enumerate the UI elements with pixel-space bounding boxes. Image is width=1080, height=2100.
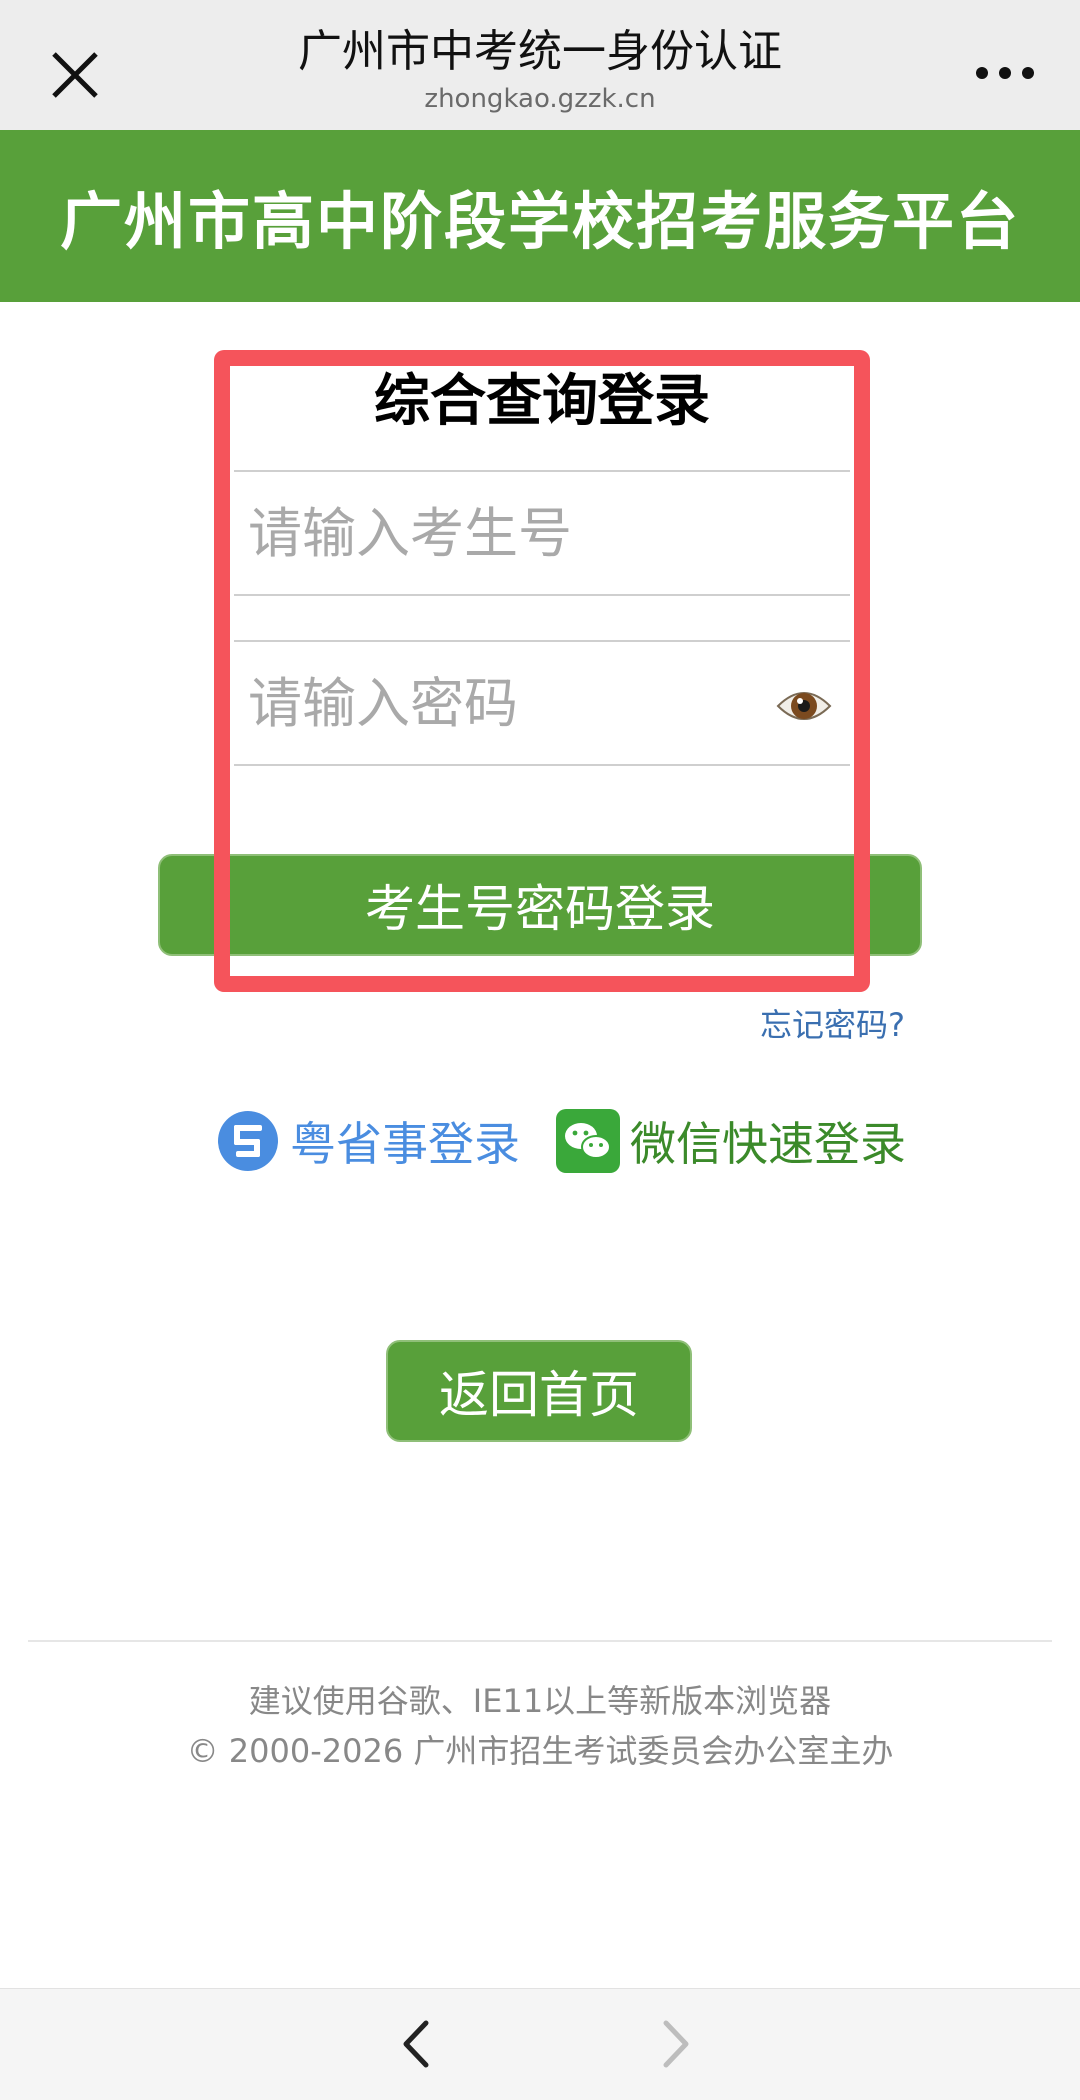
page-url: zhongkao.gzzk.cn — [424, 84, 656, 114]
footer-copyright: © 2000-2026 广州市招生考试委员会办公室主办 — [186, 1732, 894, 1770]
wechat-login-button[interactable]: 微信快速登录 — [556, 1108, 906, 1174]
wechat-login-label: 微信快速登录 — [630, 1117, 906, 1171]
back-arrow-icon[interactable] — [382, 2009, 452, 2079]
site-title: 广州市高中阶段学校招考服务平台 — [59, 185, 1020, 258]
password-input[interactable] — [234, 642, 850, 764]
close-icon[interactable] — [40, 40, 110, 110]
more-icon[interactable] — [970, 48, 1040, 98]
login-title: 综合查询登录 — [374, 369, 710, 434]
site-banner: 广州市高中阶段学校招考服务平台 — [0, 130, 1080, 302]
footer-divider — [28, 1640, 1052, 1642]
forgot-password-link[interactable]: 忘记密码? — [760, 1000, 905, 1046]
footer-browser-tip: 建议使用谷歌、IE11以上等新版本浏览器 — [248, 1682, 832, 1720]
yueshengshi-login-button[interactable]: 粤省事登录 — [216, 1108, 520, 1174]
wechat-icon — [556, 1109, 620, 1173]
login-submit-button[interactable]: 考生号密码登录 — [158, 854, 922, 956]
page-title: 广州市中考统一身份认证 — [298, 26, 782, 77]
yueshengshi-icon — [216, 1109, 280, 1173]
home-button[interactable]: 返回首页 — [386, 1340, 692, 1442]
username-field-wrap — [234, 470, 850, 596]
username-input[interactable] — [234, 472, 850, 594]
password-field-wrap — [234, 640, 850, 766]
browser-topbar: 广州市中考统一身份认证 zhongkao.gzzk.cn — [0, 0, 1080, 130]
login-form: 综合查询登录 — [234, 352, 850, 766]
browser-bottombar — [0, 1988, 1080, 2100]
title-wrap: 广州市中考统一身份认证 zhongkao.gzzk.cn — [180, 22, 900, 116]
yueshengshi-label: 粤省事登录 — [290, 1117, 520, 1171]
forward-arrow-icon[interactable] — [640, 2009, 710, 2079]
eye-icon[interactable] — [774, 676, 834, 736]
field-gap — [234, 596, 850, 640]
